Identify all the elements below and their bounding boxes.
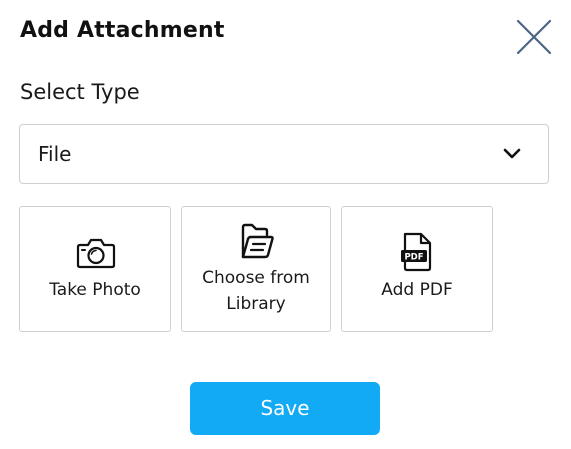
add-pdf-button[interactable]: PDF Add PDF xyxy=(341,206,493,332)
label-line: Choose from xyxy=(202,268,310,288)
pdf-icon-text: PDF xyxy=(404,252,423,262)
pdf-file-icon: PDF xyxy=(401,232,432,272)
take-photo-label: Take Photo xyxy=(49,280,141,300)
label-line: Library xyxy=(226,294,286,314)
take-photo-button[interactable]: Take Photo xyxy=(19,206,171,332)
camera-icon xyxy=(76,238,116,269)
type-select-value: File xyxy=(38,142,72,166)
add-pdf-label: Add PDF xyxy=(381,280,453,300)
chevron-down-icon xyxy=(502,147,522,161)
type-select[interactable]: File xyxy=(19,124,549,184)
close-icon xyxy=(516,19,552,55)
close-button[interactable] xyxy=(515,18,553,56)
dialog-title: Add Attachment xyxy=(20,18,225,43)
save-button[interactable]: Save xyxy=(190,382,380,435)
folder-icon xyxy=(241,223,274,259)
choose-from-library-label: Choose from Library xyxy=(182,265,330,317)
select-type-label: Select Type xyxy=(20,80,140,104)
add-attachment-dialog: Add Attachment Select Type File Take Pho… xyxy=(0,0,571,449)
choose-from-library-button[interactable]: Choose from Library xyxy=(181,206,331,332)
